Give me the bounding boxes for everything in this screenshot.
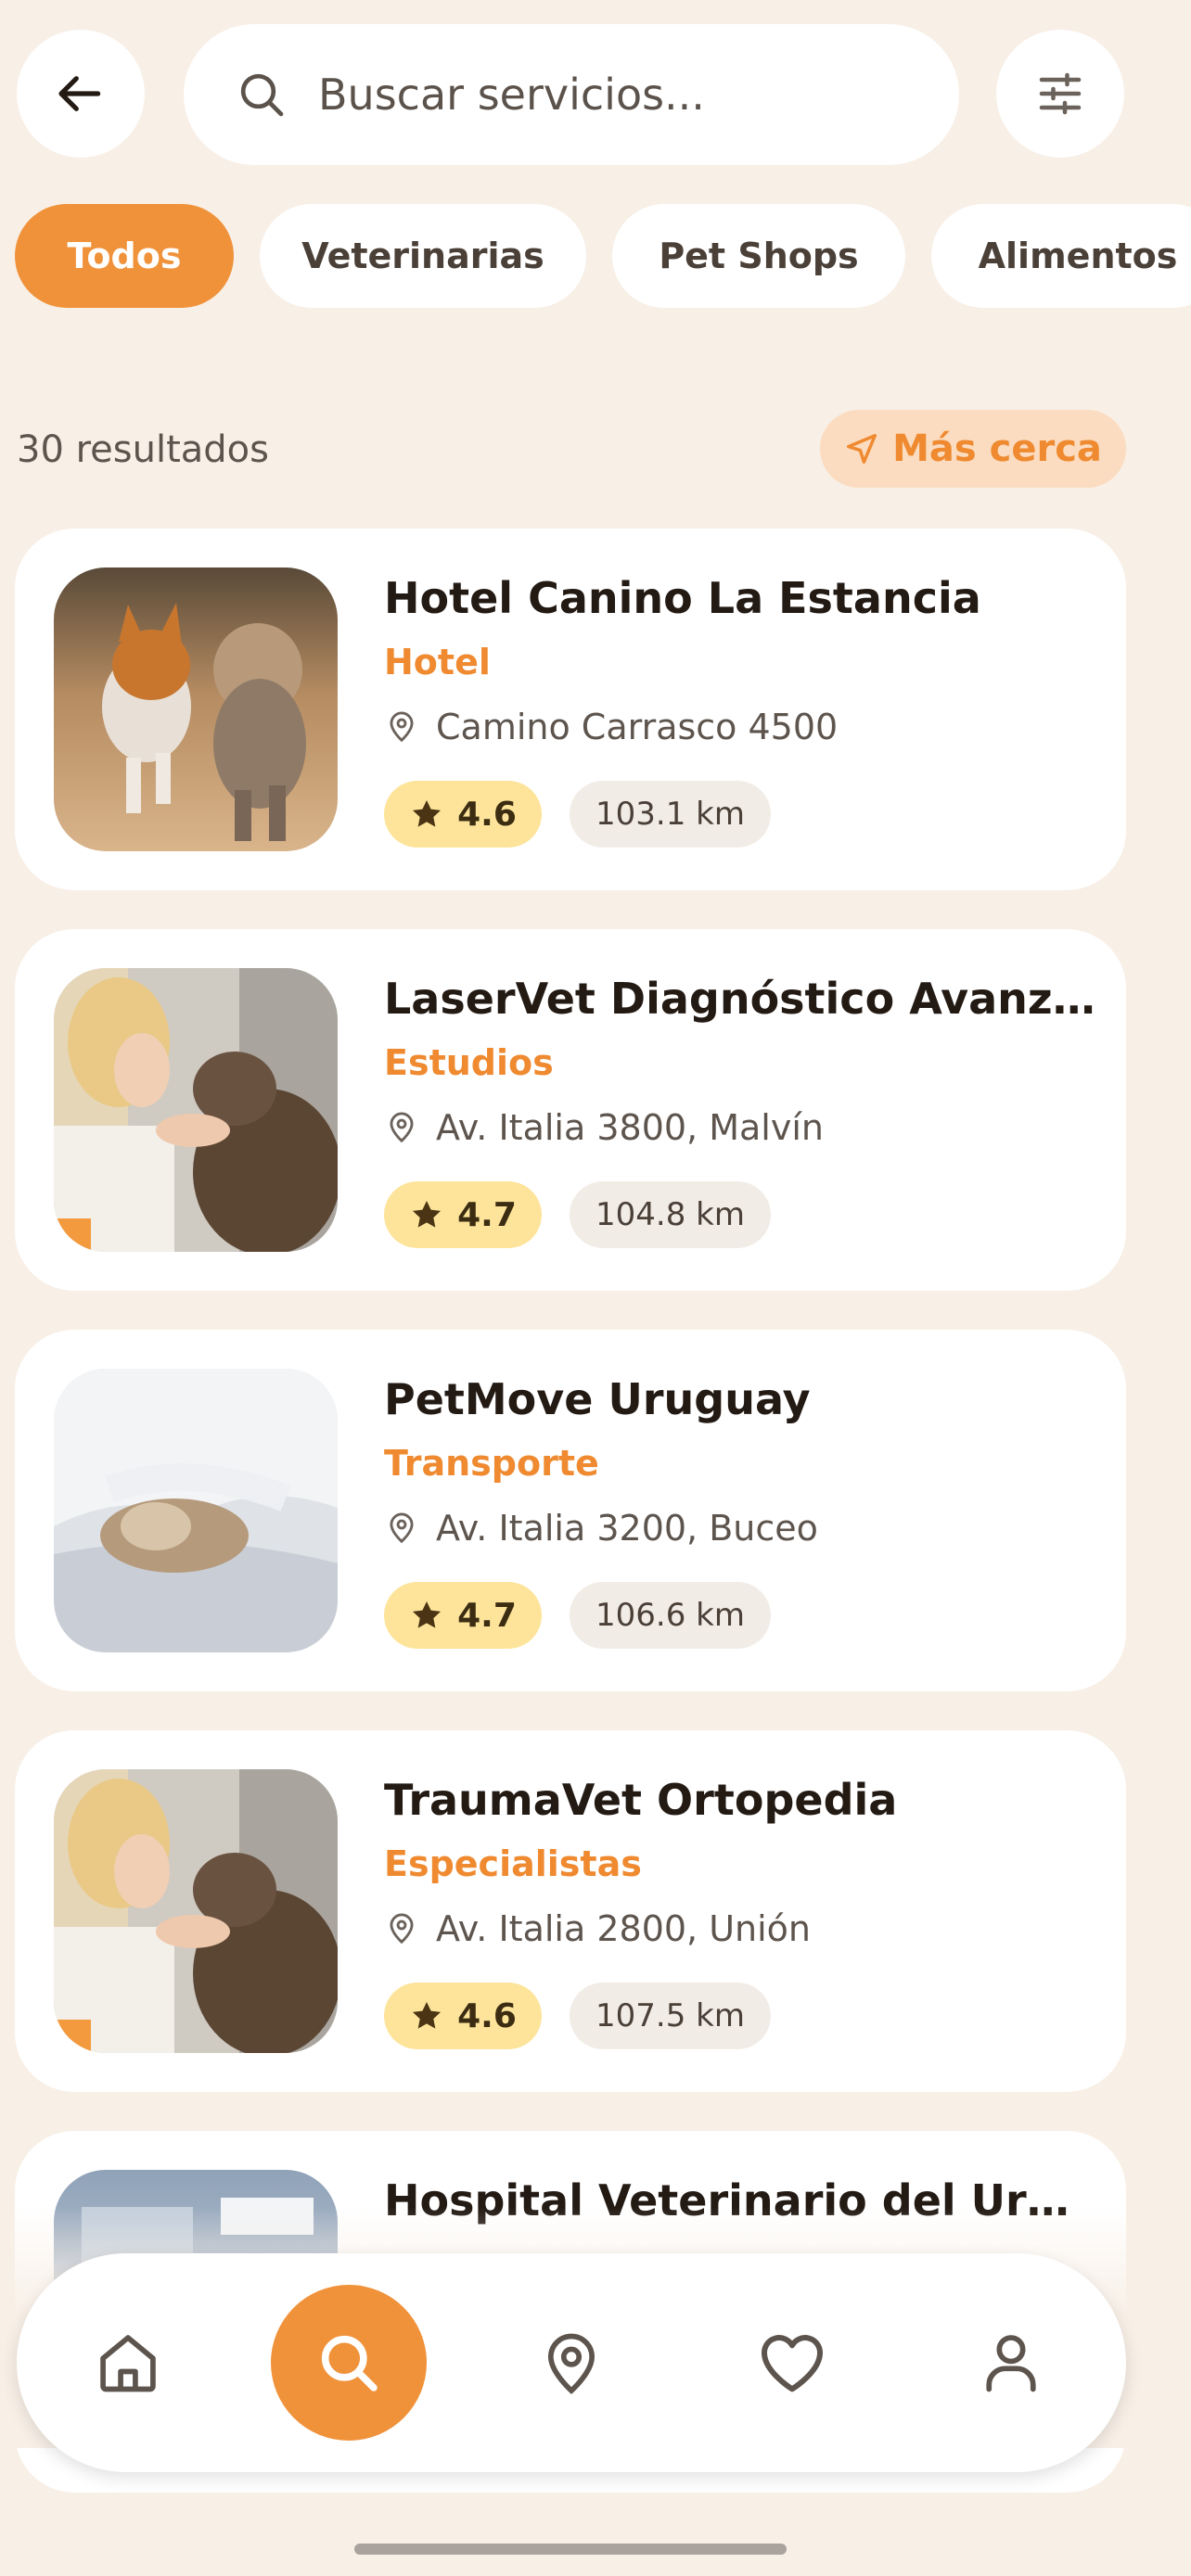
bottom-nav	[17, 2253, 1126, 2472]
sort-nearby-label: Más cerca	[892, 427, 1102, 470]
service-card[interactable]: PetMove Uruguay Transporte Av. Italia 32…	[15, 1330, 1126, 1691]
location-pin-icon	[390, 711, 414, 743]
service-category: Especialistas	[384, 1843, 642, 1884]
service-address-text: Av. Italia 3800, Malvín	[436, 1107, 824, 1148]
service-address: Camino Carrasco 4500	[384, 707, 838, 747]
service-card[interactable]: LaserVet Diagnóstico Avanza... Estudios …	[15, 929, 1126, 1291]
chip-pet-shops[interactable]: Pet Shops	[612, 204, 905, 308]
search-icon	[321, 2335, 378, 2391]
service-photo	[54, 1369, 338, 1652]
rating-value: 4.6	[457, 1996, 517, 2035]
star-icon	[413, 1200, 442, 1228]
service-category: Transporte	[384, 1443, 599, 1484]
service-title: TraumaVet Ortopedia	[384, 1775, 898, 1825]
rating-badge: 4.6	[384, 1983, 542, 2049]
distance-badge: 107.5 km	[570, 1983, 771, 2049]
heart-icon	[761, 2335, 824, 2392]
nav-home[interactable]	[59, 2294, 197, 2431]
rating-badge: 4.7	[384, 1181, 542, 1248]
search-bar[interactable]	[184, 24, 959, 165]
service-card[interactable]: Hotel Canino La Estancia Hotel Camino Ca…	[15, 529, 1126, 890]
distance-badge: 104.8 km	[570, 1181, 771, 1248]
location-pin-icon	[390, 1112, 414, 1143]
chip-veterinarias[interactable]: Veterinarias	[260, 204, 586, 308]
chip-todos[interactable]: Todos	[15, 204, 234, 308]
nav-profile[interactable]	[942, 2294, 1080, 2431]
nav-map[interactable]	[503, 2294, 640, 2431]
sliders-icon	[1039, 72, 1082, 115]
service-address-text: Av. Italia 2800, Unión	[436, 1908, 811, 1949]
sort-nearby-button[interactable]: Más cerca	[820, 410, 1126, 488]
nav-favorites[interactable]	[724, 2294, 861, 2431]
service-photo	[54, 1769, 338, 2053]
service-address: Av. Italia 3200, Buceo	[384, 1508, 818, 1549]
service-address-text: Camino Carrasco 4500	[436, 707, 839, 747]
distance-badge: 106.6 km	[570, 1582, 771, 1649]
service-title: PetMove Uruguay	[384, 1374, 811, 1424]
star-icon	[413, 1600, 442, 1628]
map-pin-icon	[547, 2333, 596, 2394]
navigation-arrow-icon	[847, 434, 877, 464]
rating-badge: 4.7	[384, 1582, 542, 1649]
service-category: Hotel	[384, 642, 491, 682]
service-photo	[54, 968, 338, 1252]
home-indicator	[354, 2544, 787, 2555]
user-icon	[986, 2335, 1036, 2392]
location-pin-icon	[390, 1913, 414, 1945]
service-address: Av. Italia 2800, Unión	[384, 1908, 811, 1949]
service-title: Hotel Canino La Estancia	[384, 573, 981, 623]
star-icon	[413, 2001, 442, 2029]
search-input[interactable]	[318, 57, 912, 132]
rating-badge: 4.6	[384, 781, 542, 848]
back-button[interactable]	[17, 30, 145, 158]
service-title: LaserVet Diagnóstico Avanza...	[384, 974, 1098, 1024]
rating-value: 4.7	[457, 1596, 517, 1635]
home-icon	[100, 2335, 156, 2392]
rating-value: 4.6	[457, 795, 517, 834]
results-count: 30 resultados	[17, 428, 269, 471]
rating-value: 4.7	[457, 1195, 517, 1234]
location-pin-icon	[390, 1512, 414, 1544]
star-icon	[413, 799, 442, 827]
service-category: Estudios	[384, 1042, 554, 1083]
search-icon	[240, 73, 284, 117]
service-card[interactable]: TraumaVet Ortopedia Especialistas Av. It…	[15, 1730, 1126, 2092]
chip-alimentos[interactable]: Alimentos	[931, 204, 1191, 308]
filter-button[interactable]	[996, 30, 1124, 158]
service-address: Av. Italia 3800, Malvín	[384, 1107, 824, 1148]
service-photo	[54, 567, 338, 851]
category-chips: Todos Veterinarias Pet Shops Alimentos	[0, 204, 1191, 308]
service-address-text: Av. Italia 3200, Buceo	[436, 1508, 818, 1549]
nav-search[interactable]	[271, 2285, 427, 2441]
distance-badge: 103.1 km	[570, 781, 771, 848]
arrow-left-icon	[58, 76, 101, 111]
